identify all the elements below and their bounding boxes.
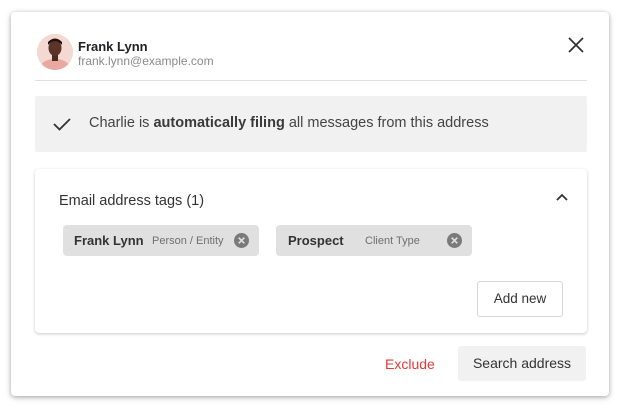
close-button[interactable] [565,34,587,56]
chip-name: Frank Lynn [74,233,144,248]
chip-remove-button[interactable] [447,233,462,248]
contact-dialog: Frank Lynn frank.lynn@example.com Charli… [11,12,609,396]
tags-title: Email address tags (1) [59,193,205,209]
chip-remove-button[interactable] [234,233,249,248]
close-icon [568,37,584,53]
banner-text: Charlie is automatically filing all mess… [89,115,489,131]
add-new-button[interactable]: Add new [477,281,563,317]
chip-type: Person / Entity [152,235,224,247]
contact-header: Frank Lynn frank.lynn@example.com [35,32,587,81]
chip-name: Prospect [288,233,344,248]
exclude-button[interactable]: Exclude [385,356,435,372]
banner-prefix: Charlie is [89,115,154,131]
chevron-up-icon [556,193,568,201]
avatar [37,34,73,70]
contact-name: Frank Lynn [78,39,148,54]
contact-email: frank.lynn@example.com [78,54,214,68]
tag-chip-prospect[interactable]: Prospect Client Type [276,225,472,256]
auto-filing-banner: Charlie is automatically filing all mess… [35,96,587,152]
remove-chip-icon [234,233,249,248]
search-address-button[interactable]: Search address [458,346,586,381]
collapse-toggle[interactable] [553,189,571,207]
remove-chip-icon [447,233,462,248]
email-tags-panel: Email address tags (1) Frank Lynn Person… [35,169,587,333]
chip-type: Client Type [365,235,420,247]
banner-emphasis: automatically filing [153,115,285,131]
tag-chip-frank-lynn[interactable]: Frank Lynn Person / Entity [63,225,259,256]
check-icon [53,118,71,131]
banner-suffix: all messages from this address [284,115,489,131]
